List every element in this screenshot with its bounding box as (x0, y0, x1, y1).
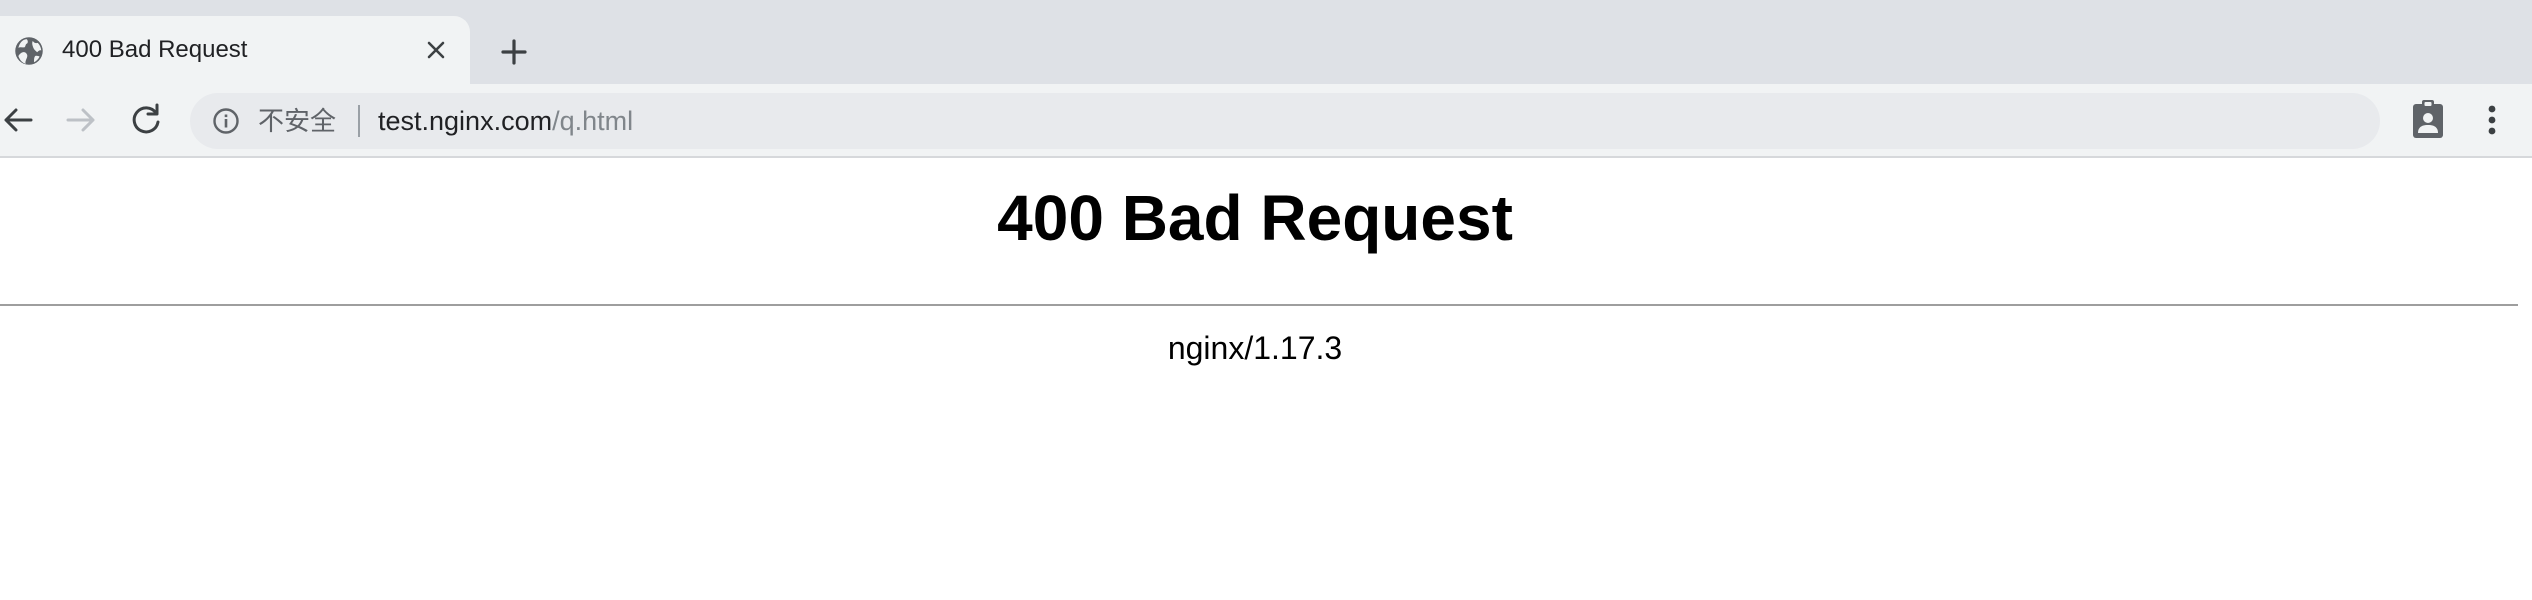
page-heading: 400 Bad Request (997, 182, 1513, 254)
arrow-right-icon (66, 108, 95, 132)
extension-button[interactable] (2408, 98, 2448, 142)
close-icon[interactable] (420, 34, 452, 66)
browser-menu-button[interactable] (2472, 100, 2512, 140)
globe-icon (14, 36, 44, 66)
reload-button[interactable] (126, 100, 166, 140)
tab-strip: 400 Bad Request (0, 0, 2532, 84)
security-status-label[interactable]: 不安全 (258, 105, 336, 137)
url-host: test.nginx.com (378, 106, 553, 136)
url-text[interactable]: test.nginx.com/q.html (378, 105, 633, 137)
new-tab-button[interactable] (494, 32, 534, 72)
arrow-left-icon (4, 108, 33, 132)
tab-title: 400 Bad Request (62, 36, 248, 63)
address-bar[interactable]: 不安全 test.nginx.com/q.html (190, 93, 2380, 149)
clipboard-account-icon (2413, 100, 2443, 138)
back-button[interactable] (0, 100, 40, 140)
forward-button[interactable] (62, 100, 102, 140)
url-path: /q.html (552, 106, 634, 136)
plus-icon (501, 39, 527, 65)
browser-window: 400 Bad Request 不安全 test.nginx.com/q.htm… (0, 0, 2532, 600)
tab-active[interactable]: 400 Bad Request (0, 16, 470, 84)
horizontal-rule (0, 304, 2518, 306)
info-icon[interactable] (212, 107, 240, 135)
more-vertical-icon (2488, 105, 2496, 135)
reload-icon (132, 103, 160, 134)
browser-toolbar: 不安全 test.nginx.com/q.html (0, 84, 2532, 158)
omnibox-divider (358, 105, 360, 137)
server-signature: nginx/1.17.3 (1167, 330, 1343, 366)
page-content: 400 Bad Request nginx/1.17.3 (0, 158, 2520, 600)
